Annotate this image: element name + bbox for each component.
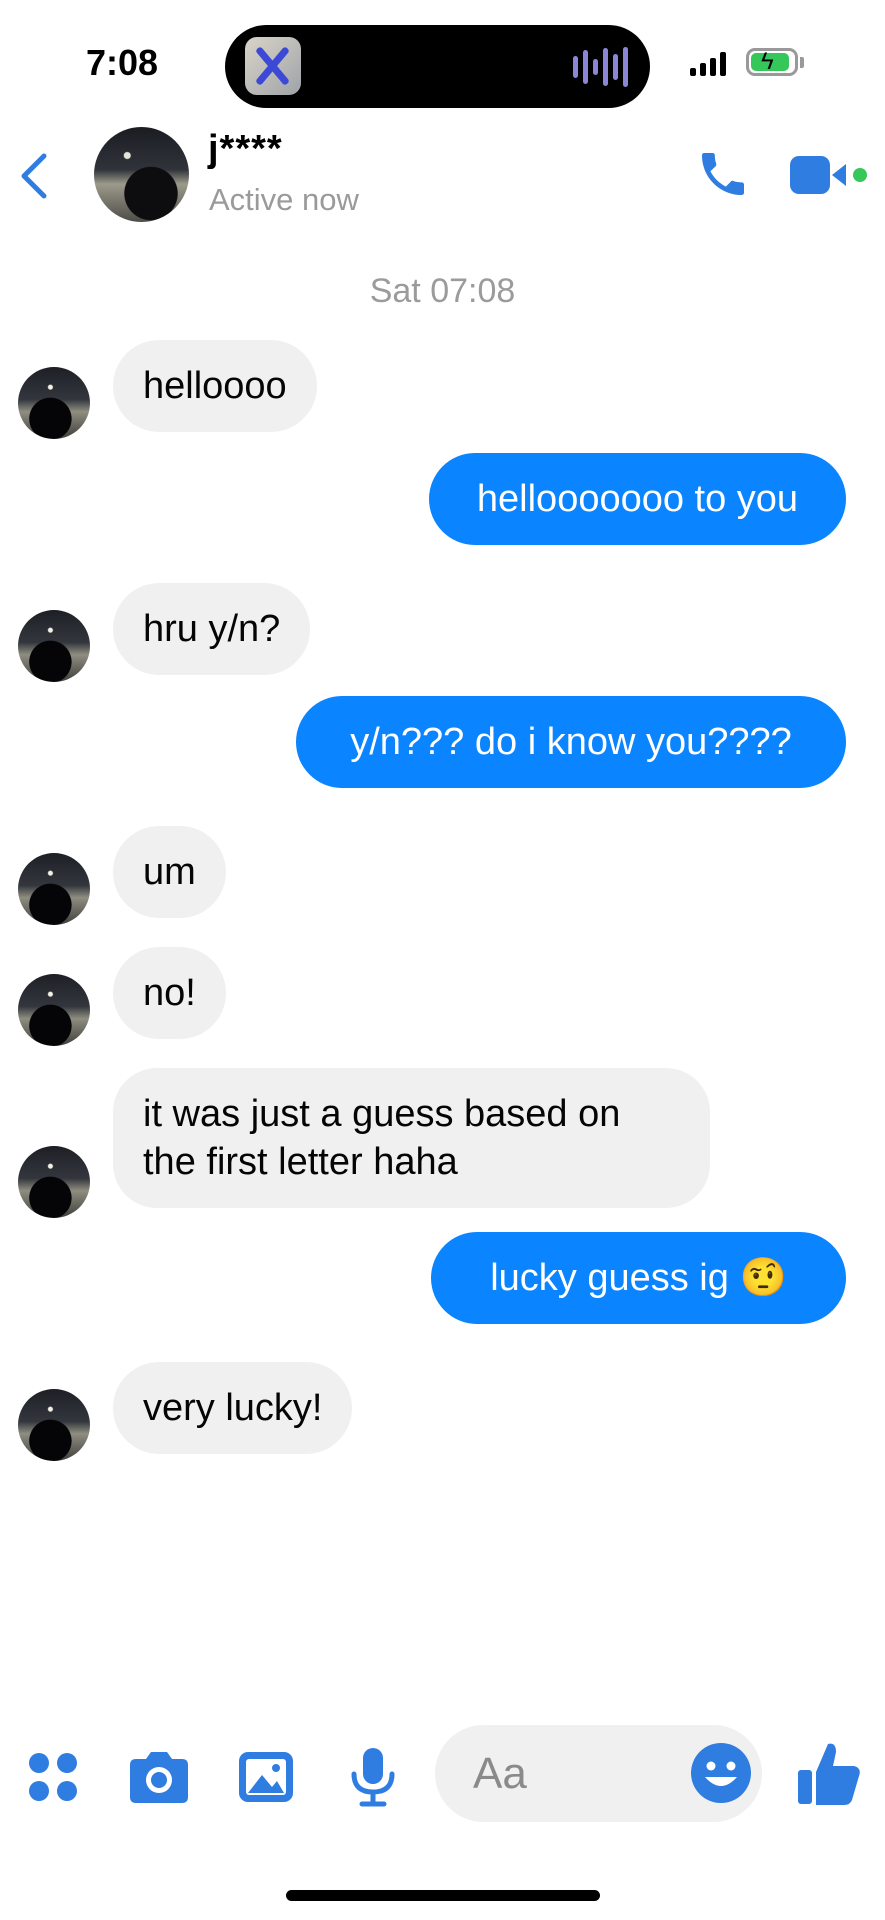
live-activity-app-icon <box>245 37 301 95</box>
microphone-icon <box>351 1748 395 1807</box>
status-bar: 7:08 ϟ <box>0 0 885 120</box>
incoming-message[interactable]: no! <box>113 947 226 1039</box>
more-actions-button[interactable] <box>18 1742 88 1812</box>
outgoing-message[interactable]: lucky guess ig 🤨 <box>431 1232 846 1324</box>
incoming-message[interactable]: hru y/n? <box>113 583 311 675</box>
gallery-icon <box>239 1752 293 1802</box>
audio-waveform-icon <box>573 47 628 87</box>
contact-message-avatar[interactable] <box>18 1146 90 1218</box>
battery-charging-icon: ϟ <box>746 48 798 76</box>
chevron-left-icon <box>21 153 47 199</box>
camera-icon <box>130 1752 188 1803</box>
incoming-message[interactable]: very lucky! <box>113 1362 353 1454</box>
voice-message-button[interactable] <box>338 1742 408 1812</box>
camera-button[interactable] <box>124 1742 194 1812</box>
cellular-signal-icon <box>690 52 726 76</box>
contact-name[interactable]: j**** <box>208 128 283 171</box>
thumbs-up-icon <box>798 1743 860 1805</box>
outgoing-message[interactable]: hellooooooo to you <box>429 453 846 545</box>
conversation-timestamp: Sat 07:08 <box>369 272 516 310</box>
status-time: 7:08 <box>86 42 159 83</box>
home-indicator[interactable] <box>286 1890 600 1901</box>
emoji-button[interactable] <box>689 1741 753 1805</box>
video-camera-icon <box>790 156 867 194</box>
gallery-button[interactable] <box>231 1742 301 1812</box>
message-input-placeholder: Aa <box>473 1749 527 1798</box>
chat-header: j**** Active now <box>0 120 885 230</box>
emoji-icon <box>691 1743 751 1803</box>
messenger-chat-screen: 7:08 ϟ j**** Active now Sat 07:08 helloo… <box>0 0 885 1920</box>
contact-message-avatar[interactable] <box>18 974 90 1046</box>
phone-icon <box>702 153 744 195</box>
back-button[interactable] <box>16 148 56 204</box>
message-input[interactable]: Aa <box>435 1725 762 1822</box>
contact-message-avatar[interactable] <box>18 853 90 925</box>
contact-message-avatar[interactable] <box>18 610 90 682</box>
contact-message-avatar[interactable] <box>18 1389 90 1461</box>
contact-message-avatar[interactable] <box>18 367 90 439</box>
incoming-message[interactable]: helloooo <box>113 340 317 432</box>
incoming-message[interactable]: um <box>113 826 226 918</box>
contact-avatar[interactable] <box>94 127 189 222</box>
incoming-message[interactable]: it was just a guess based on the first l… <box>113 1068 710 1208</box>
voice-call-button[interactable] <box>695 146 751 202</box>
message-composer: Aa <box>0 1720 885 1830</box>
outgoing-message[interactable]: y/n??? do i know you???? <box>296 696 846 788</box>
menu-dots-icon <box>29 1753 77 1801</box>
like-button[interactable] <box>793 1734 865 1812</box>
dynamic-island[interactable] <box>225 25 650 108</box>
video-call-button[interactable] <box>790 150 870 200</box>
battery-tip <box>800 57 804 68</box>
contact-status: Active now <box>209 182 359 217</box>
